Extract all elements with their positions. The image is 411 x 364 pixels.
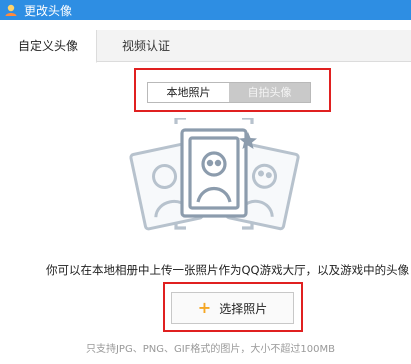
app-avatar-icon [4, 3, 18, 17]
format-hint: 只支持JPG、PNG、GIF格式的图片，大小不超过100MB [85, 344, 335, 355]
local-photo-button[interactable]: 本地照片 [148, 83, 229, 102]
select-photo-button[interactable]: + 选择照片 [171, 292, 294, 324]
description-text: 你可以在本地相册中上传一张照片作为QQ游戏大厅，以及游戏中的头像 [46, 263, 410, 277]
title-bar: 更改头像 [0, 0, 411, 20]
tab-video-verification[interactable]: 视频认证 [97, 30, 195, 62]
window-title: 更改头像 [24, 3, 73, 18]
mode-switch: 本地照片 自拍头像 [147, 82, 311, 103]
selfie-avatar-button[interactable]: 自拍头像 [229, 83, 310, 102]
tab-bar: 自定义头像 视频认证 [0, 30, 411, 63]
avatar-cards-icon [120, 116, 310, 238]
tab-custom-avatar[interactable]: 自定义头像 [0, 30, 97, 63]
select-photo-label: 选择照片 [219, 301, 268, 316]
plus-icon: + [197, 298, 212, 317]
